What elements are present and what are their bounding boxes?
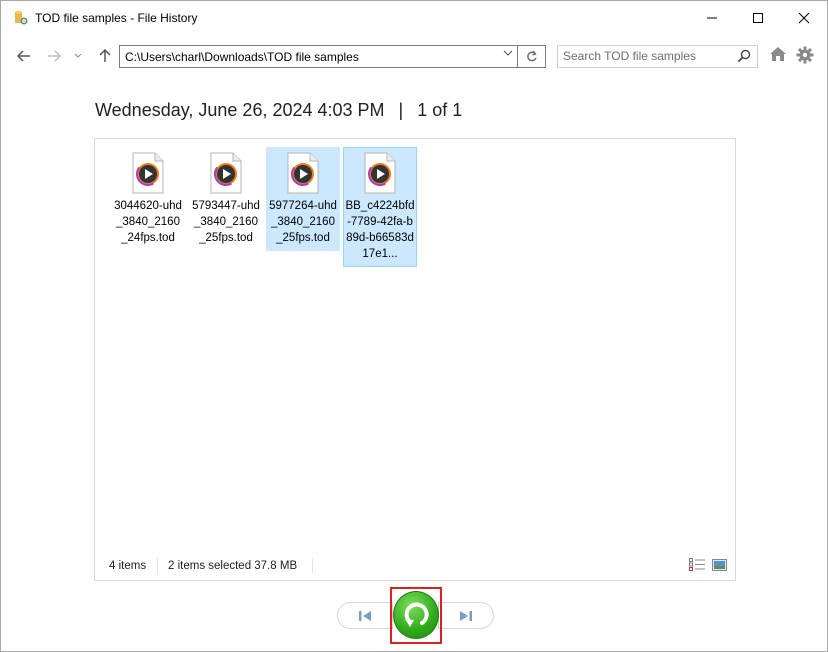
restore-button[interactable] (393, 591, 439, 639)
snapshot-page: 1 of 1 (417, 100, 463, 120)
window-title: TOD file samples - File History (35, 11, 198, 25)
home-button[interactable] (769, 46, 787, 67)
close-icon (798, 12, 810, 24)
file-name: 5977264-uhd_3840_2160_25fps.tod (269, 200, 337, 244)
refresh-icon (526, 50, 537, 62)
arrow-right-icon (48, 50, 61, 62)
chevron-down-icon (74, 53, 82, 58)
maximize-icon (753, 13, 763, 23)
search-input[interactable] (563, 49, 733, 63)
chevron-down-icon (503, 50, 513, 56)
forward-button[interactable] (43, 45, 65, 67)
maximize-button[interactable] (735, 1, 781, 35)
video-file-icon (364, 152, 396, 194)
file-item[interactable]: BB_c4224bfd-7789-42fa-b89d-b66583d17e1..… (343, 147, 417, 267)
address-path[interactable]: C:\Users\charl\Downloads\TOD file sample… (125, 50, 359, 64)
snapshot-heading: Wednesday, June 26, 2024 4:03 PM | 1 of 1 (95, 100, 462, 121)
file-history-app-icon (15, 11, 28, 25)
search-box[interactable] (557, 45, 758, 68)
close-button[interactable] (781, 1, 827, 35)
file-item[interactable]: 5977264-uhd_3840_2160_25fps.tod (266, 147, 340, 251)
heading-separator: | (398, 100, 404, 120)
up-button[interactable] (94, 45, 116, 67)
file-list-pane[interactable]: 3044620-uhd_3840_2160_24fps.tod 5793447-u… (94, 138, 736, 581)
search-icon (737, 49, 751, 63)
large-icons-view-icon (712, 559, 727, 571)
refresh-button[interactable] (518, 45, 546, 68)
previous-version-icon (359, 610, 371, 621)
next-version-button[interactable] (438, 602, 494, 629)
settings-button[interactable] (796, 46, 814, 69)
address-dropdown-button[interactable] (503, 49, 513, 60)
minimize-icon (707, 17, 717, 19)
video-file-icon (287, 152, 319, 194)
file-history-window: TOD file samples - File History C:\Users… (0, 0, 828, 652)
arrow-up-icon (99, 49, 111, 62)
previous-version-button[interactable] (337, 602, 393, 629)
details-view-button[interactable] (689, 558, 706, 574)
status-divider (312, 558, 313, 574)
item-count: 4 items (109, 560, 147, 572)
video-file-icon (210, 152, 242, 194)
file-name: 5793447-uhd_3840_2160_25fps.tod (192, 200, 260, 244)
details-view-icon (689, 558, 705, 571)
back-button[interactable] (13, 45, 35, 67)
large-icons-view-button[interactable] (712, 559, 727, 574)
status-bar: 4 items 2 items selected 37.8 MB (95, 552, 735, 580)
next-version-icon (460, 610, 472, 621)
restore-icon (404, 602, 429, 627)
video-file-icon (132, 152, 164, 194)
snapshot-date: Wednesday, June 26, 2024 4:03 PM (95, 100, 385, 120)
file-name: 3044620-uhd_3840_2160_24fps.tod (114, 200, 182, 244)
arrow-left-icon (17, 50, 30, 62)
gear-icon (796, 46, 814, 64)
file-name: BB_c4224bfd-7789-42fa-b89d-b66583d17e1..… (345, 200, 415, 260)
file-item[interactable]: 5793447-uhd_3840_2160_25fps.tod (189, 147, 263, 251)
address-bar[interactable]: C:\Users\charl\Downloads\TOD file sample… (119, 45, 518, 68)
minimize-button[interactable] (689, 1, 735, 35)
status-divider (157, 558, 158, 574)
file-item[interactable]: 3044620-uhd_3840_2160_24fps.tod (111, 147, 185, 251)
home-icon (770, 47, 786, 61)
search-button[interactable] (737, 49, 751, 68)
title-bar: TOD file samples - File History (1, 1, 827, 35)
recent-locations-button[interactable] (67, 45, 89, 67)
selection-info: 2 items selected 37.8 MB (168, 560, 298, 572)
navigation-bar: C:\Users\charl\Downloads\TOD file sample… (1, 41, 827, 71)
